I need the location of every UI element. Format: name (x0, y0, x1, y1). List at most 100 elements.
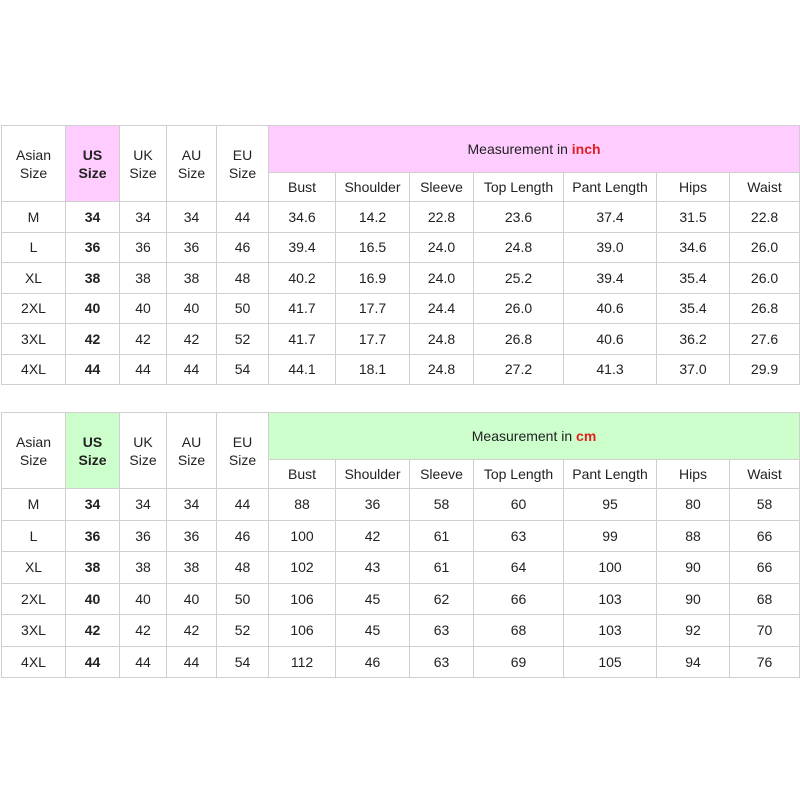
table-row: L 36 36 36 46 39.4 16.5 24.0 24.8 39.0 34.6 26.0 (1, 231, 800, 263)
cell-hips: 37.0 (656, 353, 730, 385)
cell-bust: 44.1 (268, 353, 336, 385)
cell-top-length: 25.2 (473, 262, 564, 294)
cell-au-size: 38 (166, 262, 217, 294)
cell-eu-size: 46 (216, 519, 269, 552)
cell-waist: 27.6 (728, 323, 800, 355)
cell-au-size: 44 (166, 645, 217, 678)
cell-us-size: 36 (65, 519, 120, 552)
table-row: 3XL 42 42 42 52 41.7 17.7 24.8 26.8 40.6 36.2 27.6 (1, 323, 800, 355)
cell-waist: 68 (728, 582, 800, 615)
cell-top-length: 23.6 (473, 201, 564, 233)
header-asian-size: Asian Size (1, 412, 66, 489)
cell-uk-size: 34 (119, 201, 167, 233)
table-row: 2XL 40 40 40 50 41.7 17.7 24.4 26.0 40.6 35.4 26.8 (1, 292, 800, 324)
cell-asian-size: XL (1, 262, 66, 294)
cell-asian-size: L (1, 519, 66, 552)
cell-waist: 66 (728, 551, 800, 584)
cell-us-size: 38 (65, 551, 120, 584)
cell-shoulder: 42 (335, 519, 410, 552)
cell-us-size: 44 (65, 353, 120, 385)
cell-uk-size: 36 (119, 519, 167, 552)
header-sleeve: Sleeve (409, 459, 474, 489)
cell-bust: 112 (268, 645, 336, 678)
cell-pant-length: 40.6 (563, 292, 657, 324)
cell-us-size: 42 (65, 614, 120, 647)
cell-au-size: 40 (166, 292, 217, 324)
cell-hips: 88 (656, 519, 730, 552)
header-top-length: Top Length (473, 459, 564, 489)
cell-waist: 66 (728, 519, 800, 552)
table-row: 4XL 44 44 44 54 44.1 18.1 24.8 27.2 41.3 37.0 29.9 (1, 353, 800, 385)
cell-uk-size: 40 (119, 292, 167, 324)
cell-hips: 90 (656, 551, 730, 584)
cell-hips: 34.6 (656, 231, 730, 263)
cell-hips: 94 (656, 645, 730, 678)
cell-waist: 58 (728, 488, 800, 521)
cell-hips: 35.4 (656, 262, 730, 294)
cell-shoulder: 16.5 (335, 231, 410, 263)
cell-uk-size: 42 (119, 614, 167, 647)
table-row: XL 38 38 38 48 102 43 61 64 100 90 66 (1, 551, 800, 584)
cell-au-size: 38 (166, 551, 217, 584)
header-us-size: US Size (65, 125, 120, 202)
header-bust: Bust (268, 172, 336, 202)
cell-asian-size: L (1, 231, 66, 263)
header-sleeve: Sleeve (409, 172, 474, 202)
unit-label-inch: inch (571, 141, 601, 157)
measurement-title-cm: Measurement in cm (267, 412, 800, 460)
cell-eu-size: 44 (216, 201, 269, 233)
cell-waist: 76 (728, 645, 800, 678)
header-shoulder: Shoulder (335, 459, 410, 489)
cell-shoulder: 17.7 (335, 323, 410, 355)
cell-eu-size: 54 (216, 353, 269, 385)
cell-sleeve: 63 (409, 645, 474, 678)
cell-top-length: 64 (473, 551, 564, 584)
cell-pant-length: 95 (563, 488, 657, 521)
cell-pant-length: 39.4 (563, 262, 657, 294)
cell-bust: 41.7 (268, 292, 336, 324)
cell-bust: 102 (268, 551, 336, 584)
cell-us-size: 44 (65, 645, 120, 678)
header-bust: Bust (268, 459, 336, 489)
cell-sleeve: 22.8 (409, 201, 474, 233)
cell-hips: 36.2 (656, 323, 730, 355)
cell-asian-size: 3XL (1, 614, 66, 647)
cell-shoulder: 16.9 (335, 262, 410, 294)
header-au-size: AU Size (166, 412, 217, 489)
cell-bust: 88 (268, 488, 336, 521)
header-pant-length: Pant Length (563, 172, 657, 202)
cell-bust: 34.6 (268, 201, 336, 233)
cell-asian-size: 2XL (1, 582, 66, 615)
cell-pant-length: 41.3 (563, 353, 657, 385)
cell-waist: 26.0 (728, 262, 800, 294)
table-row: M 34 34 34 44 88 36 58 60 95 80 58 (1, 488, 800, 521)
cell-au-size: 36 (166, 231, 217, 263)
cell-top-length: 63 (473, 519, 564, 552)
cell-eu-size: 50 (216, 582, 269, 615)
cell-sleeve: 58 (409, 488, 474, 521)
table-row: XL 38 38 38 48 40.2 16.9 24.0 25.2 39.4 35.4 26.0 (1, 262, 800, 294)
cell-pant-length: 103 (563, 582, 657, 615)
cell-eu-size: 52 (216, 614, 269, 647)
cell-uk-size: 38 (119, 551, 167, 584)
cell-au-size: 42 (166, 614, 217, 647)
cell-asian-size: 2XL (1, 292, 66, 324)
cell-au-size: 40 (166, 582, 217, 615)
cell-pant-length: 40.6 (563, 323, 657, 355)
cell-uk-size: 42 (119, 323, 167, 355)
cell-hips: 90 (656, 582, 730, 615)
cell-top-length: 66 (473, 582, 564, 615)
cell-top-length: 60 (473, 488, 564, 521)
header-shoulder: Shoulder (335, 172, 410, 202)
cell-eu-size: 48 (216, 551, 269, 584)
header-us-size: US Size (65, 412, 120, 489)
cell-uk-size: 38 (119, 262, 167, 294)
cell-waist: 26.0 (728, 231, 800, 263)
cell-sleeve: 61 (409, 551, 474, 584)
cell-shoulder: 36 (335, 488, 410, 521)
table-row: 3XL 42 42 42 52 106 45 63 68 103 92 70 (1, 614, 800, 647)
cell-sleeve: 63 (409, 614, 474, 647)
cell-top-length: 24.8 (473, 231, 564, 263)
cell-hips: 31.5 (656, 201, 730, 233)
cell-eu-size: 46 (216, 231, 269, 263)
